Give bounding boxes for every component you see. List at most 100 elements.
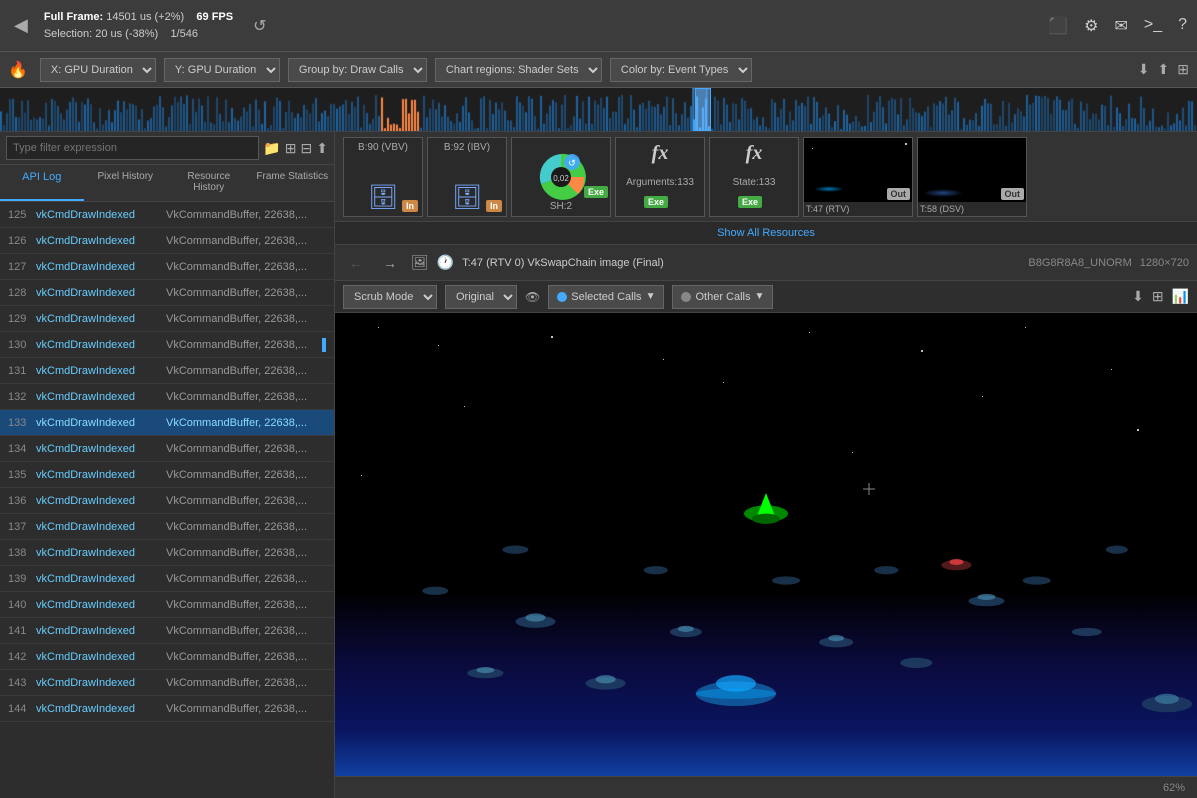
star: [809, 332, 810, 333]
terminal-icon[interactable]: >_: [1144, 16, 1162, 36]
star: [921, 350, 923, 352]
star: [361, 475, 362, 476]
y-axis-select[interactable]: Y: GPU Duration: [164, 58, 280, 82]
export-grid-icon[interactable]: ⊞: [1177, 61, 1189, 78]
badge-in-ibv: In: [486, 200, 502, 212]
resource-item-args[interactable]: fx Arguments:133 Exe: [615, 137, 705, 217]
chart-icon[interactable]: 📊: [1172, 288, 1189, 305]
selection-value: 20 us (-38%): [95, 28, 158, 40]
fx-icon-state: fx: [746, 142, 763, 165]
eye-icon-1: 👁: [525, 290, 540, 304]
selected-calls-dot: [557, 292, 567, 302]
canvas-area[interactable]: [335, 313, 1197, 776]
table-row[interactable]: 135 vkCmdDrawIndexed VkCommandBuffer, 22…: [0, 462, 334, 488]
tab-api-log[interactable]: API Log: [0, 165, 84, 201]
reset-button[interactable]: ↺: [249, 12, 270, 40]
other-calls-dot: [681, 292, 691, 302]
table-row[interactable]: 138 vkCmdDrawIndexed VkCommandBuffer, 22…: [0, 540, 334, 566]
status-bar: 62%: [335, 776, 1197, 798]
format-info: B8G8R8A8_UNORM: [1028, 257, 1131, 269]
badge-exe-args: Exe: [644, 196, 668, 208]
zoom-level: 62%: [1163, 782, 1185, 794]
timeline-canvas[interactable]: [0, 88, 1197, 131]
full-frame-label: Full Frame:: [44, 11, 103, 23]
selected-calls-button[interactable]: Selected Calls ▼: [548, 285, 664, 309]
other-calls-button[interactable]: Other Calls ▼: [672, 285, 773, 309]
table-row[interactable]: 126 vkCmdDrawIndexed VkCommandBuffer, 22…: [0, 228, 334, 254]
tab-pixel-history[interactable]: Pixel History: [84, 165, 168, 201]
table-row[interactable]: 136 vkCmdDrawIndexed VkCommandBuffer, 22…: [0, 488, 334, 514]
star: [1025, 327, 1026, 328]
timeline[interactable]: [0, 88, 1197, 132]
star: [982, 396, 983, 397]
chart-regions-select[interactable]: Chart regions: Shader Sets: [435, 58, 602, 82]
buffer-icon-ibv: 🗄: [452, 183, 482, 212]
table-row[interactable]: 143 vkCmdDrawIndexed VkCommandBuffer, 22…: [0, 670, 334, 696]
svg-text:↺: ↺: [568, 158, 576, 168]
table-row[interactable]: 131 vkCmdDrawIndexed VkCommandBuffer, 22…: [0, 358, 334, 384]
viewer-title: T:47 (RTV 0) VkSwapChain image (Final): [462, 257, 1020, 269]
help-icon[interactable]: ?: [1178, 16, 1187, 36]
fps-value: 69 FPS: [196, 11, 233, 23]
table-row[interactable]: 130 vkCmdDrawIndexed VkCommandBuffer, 22…: [0, 332, 334, 358]
export-up-icon[interactable]: ⬆: [1158, 61, 1170, 78]
resource-item-rtv[interactable]: T:47 (RTV) Out: [803, 137, 913, 217]
original-select[interactable]: Original: [445, 285, 517, 309]
nav-back-button[interactable]: ←: [343, 253, 369, 273]
main-layout: 📁 ⊞ ⊟ ⬆ API Log Pixel History Resource H…: [0, 132, 1197, 798]
filter-bar: 📁 ⊞ ⊟ ⬆: [0, 132, 334, 165]
filter-input[interactable]: [6, 136, 259, 160]
download-icon[interactable]: ⬇: [1132, 288, 1144, 305]
table-row[interactable]: 139 vkCmdDrawIndexed VkCommandBuffer, 22…: [0, 566, 334, 592]
timeline-highlight: [695, 88, 711, 131]
export-list-icon[interactable]: ⬆: [316, 140, 328, 157]
table-row[interactable]: 129 vkCmdDrawIndexed VkCommandBuffer, 22…: [0, 306, 334, 332]
table-row[interactable]: 128 vkCmdDrawIndexed VkCommandBuffer, 22…: [0, 280, 334, 306]
tab-frame-statistics[interactable]: Frame Statistics: [251, 165, 335, 201]
panel-icon[interactable]: ⬛: [1048, 16, 1068, 36]
export-down-icon[interactable]: ⬇: [1138, 61, 1150, 78]
top-toolbar: ◀ Full Frame: 14501 us (+2%) 69 FPS Sele…: [0, 0, 1197, 52]
grid-icon[interactable]: ⊞: [1152, 288, 1164, 305]
resource-item-state[interactable]: fx State:133 Exe: [709, 137, 799, 217]
table-row[interactable]: 134 vkCmdDrawIndexed VkCommandBuffer, 22…: [0, 436, 334, 462]
resource-item-ibv[interactable]: B:92 (IBV) 🗄 In: [427, 137, 507, 217]
table-row[interactable]: 144 vkCmdDrawIndexed VkCommandBuffer, 22…: [0, 696, 334, 722]
photo-icon[interactable]: 🖼: [411, 254, 429, 271]
back-button[interactable]: ◀: [10, 11, 32, 40]
axis-toolbar: 🔥 X: GPU Duration Y: GPU Duration Group …: [0, 52, 1197, 88]
svg-text:0,02: 0,02: [553, 174, 569, 183]
other-calls-label: Other Calls: [695, 291, 750, 303]
table-row[interactable]: 125 vkCmdDrawIndexed VkCommandBuffer, 22…: [0, 202, 334, 228]
table-row[interactable]: 141 vkCmdDrawIndexed VkCommandBuffer, 22…: [0, 618, 334, 644]
mail-icon[interactable]: ✉: [1114, 16, 1127, 36]
resource-item-dsv[interactable]: T:58 (DSV) Out: [917, 137, 1027, 217]
table-row-selected[interactable]: 133 vkCmdDrawIndexed VkCommandBuffer, 22…: [0, 410, 334, 436]
resource-item-vbv[interactable]: B:90 (VBV) 🗄 In: [343, 137, 423, 217]
scrub-mode-select[interactable]: Scrub Mode: [343, 285, 437, 309]
x-axis-select[interactable]: X: GPU Duration: [40, 58, 156, 82]
star: [464, 406, 465, 407]
tree-expand-icon[interactable]: ⊞: [285, 140, 297, 157]
star: [378, 327, 379, 328]
badge-out-rtv: Out: [887, 188, 911, 200]
settings-icon[interactable]: ⚙: [1084, 16, 1098, 36]
resource-item-shader[interactable]: SH:2 0,02 ↺ Exe: [511, 137, 611, 217]
badge-exe-shader: Exe: [584, 186, 608, 198]
nav-forward-button[interactable]: →: [377, 253, 403, 273]
view-controls: Scrub Mode Original 👁 Selected Calls ▼ O…: [335, 281, 1197, 313]
color-by-select[interactable]: Color by: Event Types: [610, 58, 752, 82]
table-row[interactable]: 142 vkCmdDrawIndexed VkCommandBuffer, 22…: [0, 644, 334, 670]
tab-resource-history[interactable]: Resource History: [167, 165, 251, 201]
api-list[interactable]: 125 vkCmdDrawIndexed VkCommandBuffer, 22…: [0, 202, 334, 798]
group-by-select[interactable]: Group by: Draw Calls: [288, 58, 427, 82]
table-row[interactable]: 137 vkCmdDrawIndexed VkCommandBuffer, 22…: [0, 514, 334, 540]
clock-icon[interactable]: 🕐: [437, 254, 454, 271]
folder-icon[interactable]: 📁: [263, 140, 280, 157]
star: [852, 452, 853, 453]
table-row[interactable]: 132 vkCmdDrawIndexed VkCommandBuffer, 22…: [0, 384, 334, 410]
tree-collapse-icon[interactable]: ⊟: [301, 140, 313, 157]
table-row[interactable]: 127 vkCmdDrawIndexed VkCommandBuffer, 22…: [0, 254, 334, 280]
show-all-resources-button[interactable]: Show All Resources: [335, 222, 1197, 245]
table-row[interactable]: 140 vkCmdDrawIndexed VkCommandBuffer, 22…: [0, 592, 334, 618]
